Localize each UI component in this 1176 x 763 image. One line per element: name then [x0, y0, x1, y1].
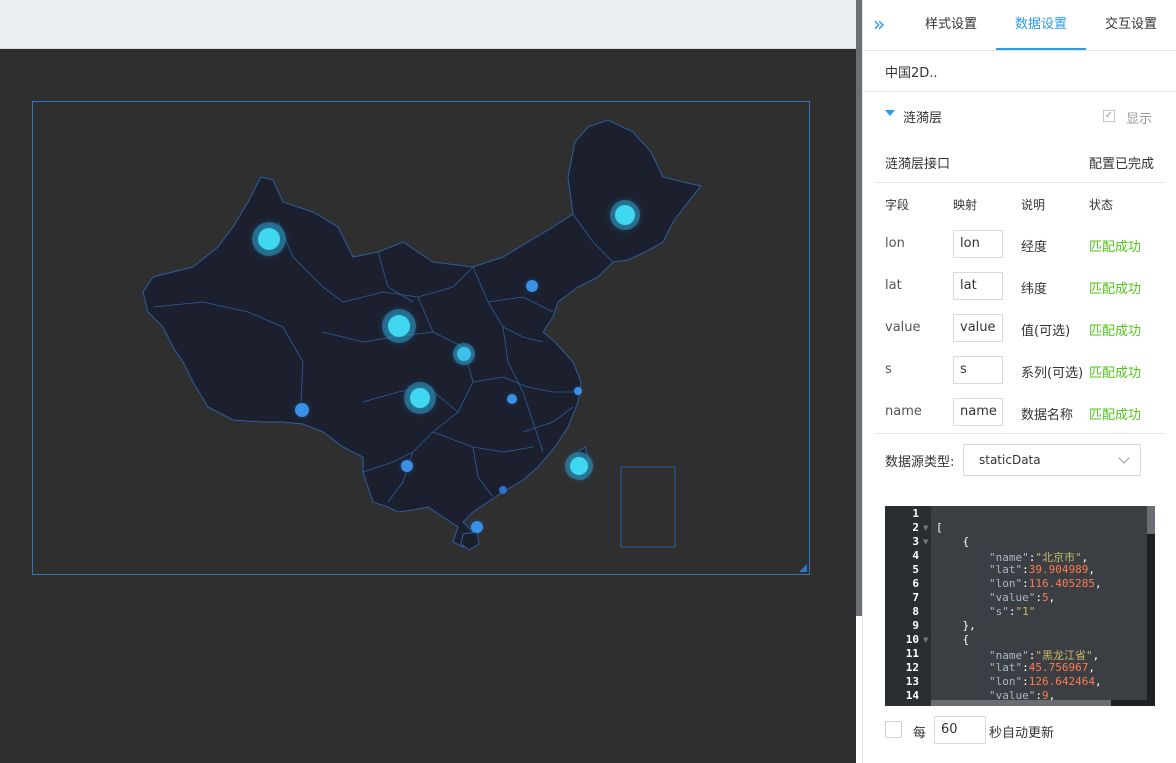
mapping-input[interactable]: s — [953, 356, 1003, 384]
line-number: 7 — [912, 591, 919, 604]
line-number: 6 — [912, 577, 919, 590]
china-map — [142, 119, 702, 551]
json-value: 5 — [1041, 591, 1049, 604]
json-key: "s" — [988, 605, 1009, 618]
layer-title[interactable]: 涟漪层 — [903, 107, 942, 126]
match-status: 匹配成功 — [1089, 324, 1142, 339]
json-key: "lat" — [988, 661, 1023, 674]
show-label: 显示 — [1126, 112, 1153, 127]
line-number: 3 — [912, 535, 919, 548]
tab-interaction-settings[interactable]: 交互设置 — [1091, 0, 1171, 50]
line-number: 14 — [905, 689, 919, 702]
match-status: 匹配成功 — [1089, 240, 1142, 255]
header-status: 状态 — [1089, 198, 1114, 212]
auto-update-checkbox[interactable] — [885, 721, 902, 738]
field-description: 纬度 — [1021, 282, 1048, 297]
resize-handle[interactable] — [799, 564, 807, 572]
field-description: 经度 — [1021, 240, 1048, 255]
json-key: "value" — [988, 591, 1036, 604]
field-description: 数据名称 — [1021, 408, 1074, 423]
show-checkbox[interactable]: ✓ — [1103, 110, 1115, 122]
canvas-toolbar-area — [0, 0, 856, 49]
code-line: { — [936, 633, 970, 646]
json-value: "1" — [1015, 605, 1036, 618]
json-value: 39.904989 — [1028, 563, 1089, 576]
line-number: 2 — [912, 521, 919, 534]
editor-vertical-scrollbar[interactable] — [1147, 506, 1155, 706]
divider — [875, 433, 1165, 434]
auto-update-suffix: 秒自动更新 — [989, 726, 1055, 741]
tab-data-settings[interactable]: 数据设置 — [996, 0, 1086, 50]
line-number: 12 — [905, 661, 919, 674]
json-key: "lat" — [988, 563, 1023, 576]
match-status: 匹配成功 — [1089, 282, 1142, 297]
double-chevron-right-icon[interactable]: » — [873, 14, 893, 34]
code-line: "value":5, — [988, 591, 1056, 604]
caret-down-icon[interactable] — [885, 110, 895, 116]
field-name: s — [885, 362, 892, 377]
field-description: 系列(可选) — [1021, 366, 1084, 381]
line-number: 10 — [905, 633, 919, 646]
mapping-input[interactable]: lat — [953, 272, 1003, 300]
field-description: 值(可选) — [1021, 324, 1071, 339]
fold-toggle-icon[interactable]: ▼ — [923, 524, 928, 532]
settings-panel: » 样式设置 数据设置 交互设置 中国2D.. 涟漪层 ✓ 显示 涟漪层接口 配… — [862, 0, 1176, 763]
auto-update-prefix: 每 — [913, 726, 927, 741]
tab-style-settings[interactable]: 样式设置 — [911, 0, 991, 50]
settings-tabs: » 样式设置 数据设置 交互设置 — [863, 0, 1176, 51]
match-status: 匹配成功 — [1089, 366, 1142, 381]
header-mapping: 映射 — [953, 198, 978, 212]
json-value: 45.756967 — [1028, 661, 1089, 674]
field-name: lat — [885, 278, 902, 293]
mapping-input[interactable]: name — [953, 398, 1003, 426]
json-value: 126.642464 — [1028, 675, 1095, 688]
divider — [875, 182, 1165, 183]
editor-vertical-scroll-thumb[interactable] — [1147, 506, 1155, 534]
json-key: "lon" — [988, 577, 1023, 590]
code-editor[interactable]: 1 2 ▼ 3 ▼ 4 5 6 7 8 9 10 ▼ 11 12 13 14 [ { "name":"北京市",… — [885, 506, 1155, 706]
source-type-label: 数据源类型: — [885, 455, 955, 470]
code-line: "s":"1" — [988, 605, 1036, 618]
line-number: 4 — [912, 549, 919, 562]
api-status: 配置已完成 — [1089, 157, 1155, 172]
component-name: 中国2D.. — [885, 66, 938, 81]
line-number: 9 — [912, 619, 919, 632]
chevron-down-icon — [1118, 452, 1130, 464]
source-type-select[interactable]: staticData — [963, 444, 1141, 476]
field-name: value — [885, 320, 921, 335]
json-value: 116.405285 — [1028, 577, 1095, 590]
mapping-input[interactable]: lon — [953, 230, 1003, 258]
api-label: 涟漪层接口 — [885, 157, 951, 172]
code-line: "lon":116.405285, — [988, 577, 1102, 590]
json-key: "lon" — [988, 675, 1023, 688]
field-name: name — [885, 404, 922, 419]
fold-toggle-icon[interactable]: ▼ — [923, 636, 928, 644]
code-line: [ — [936, 521, 943, 534]
line-number: 8 — [912, 605, 919, 618]
line-number: 13 — [905, 675, 919, 688]
china-map-component[interactable] — [32, 101, 810, 575]
code-line: { — [936, 535, 970, 548]
header-description: 说明 — [1021, 198, 1046, 212]
field-name: lon — [885, 236, 905, 251]
line-number: 11 — [905, 647, 919, 660]
code-line: "lat":45.756967, — [988, 661, 1095, 674]
interval-input[interactable]: 60 — [934, 716, 986, 744]
line-number: 5 — [912, 563, 919, 576]
editor-horizontal-scroll-thumb[interactable] — [931, 700, 1111, 706]
code-line: "lon":126.642464, — [988, 675, 1102, 688]
source-type-value: staticData — [979, 453, 1041, 467]
south-china-sea-inset — [620, 466, 676, 548]
line-number: 1 — [912, 507, 919, 520]
code-line: }, — [936, 619, 976, 632]
header-field: 字段 — [885, 198, 910, 212]
match-status: 匹配成功 — [1089, 408, 1142, 423]
mapping-input[interactable]: value — [953, 314, 1003, 342]
divider — [863, 91, 1176, 92]
line-number-gutter: 1 2 ▼ 3 ▼ 4 5 6 7 8 9 10 ▼ 11 12 13 14 — [885, 506, 931, 706]
code-line: "lat":39.904989, — [988, 563, 1095, 576]
fold-toggle-icon[interactable]: ▼ — [923, 538, 928, 546]
